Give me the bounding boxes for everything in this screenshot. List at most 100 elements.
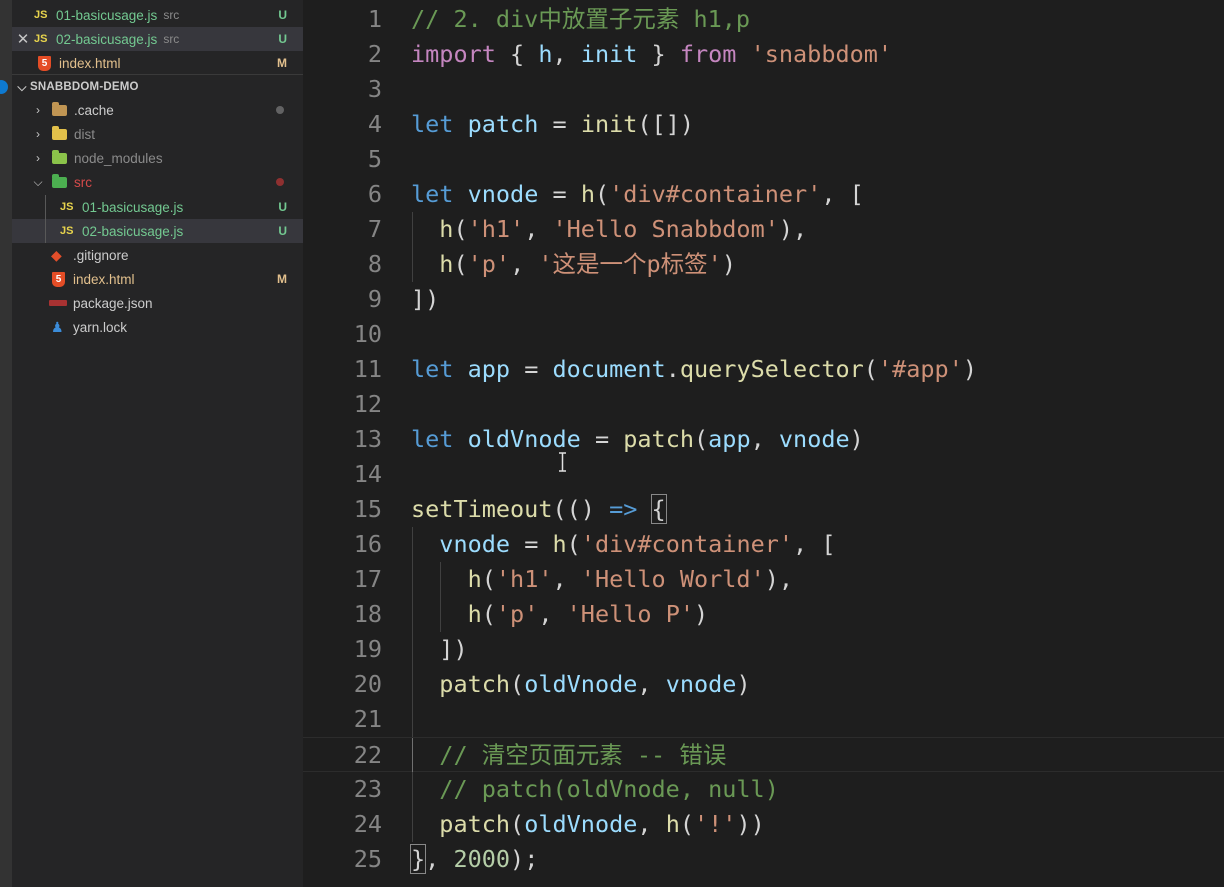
code-line[interactable]: 9]) — [303, 282, 1224, 317]
close-icon[interactable]: ✕ — [12, 30, 34, 48]
code-token: ( — [481, 600, 496, 628]
html-icon: 5 — [52, 271, 65, 287]
code-line[interactable]: 20 patch(oldVnode, vnode) — [303, 667, 1224, 702]
code-token: ) — [694, 600, 709, 628]
code-line[interactable]: 15 setTimeout(() => { — [303, 492, 1224, 527]
indent-guide — [412, 702, 413, 737]
open-editor-item-active[interactable]: ✕ JS 02-basicusage.js src U — [12, 27, 303, 51]
code-token: 'h1' — [495, 565, 553, 593]
code-line[interactable]: 19 ]) — [303, 632, 1224, 667]
line-number: 9 — [367, 285, 382, 313]
tree-item-cache[interactable]: › .cache — [12, 98, 303, 122]
code-line[interactable]: 4 let patch = init([]) — [303, 107, 1224, 142]
code-token: = — [510, 355, 553, 383]
code-line[interactable]: 25}, 2000); — [303, 842, 1224, 877]
line-number: 17 — [353, 565, 382, 593]
code-token: 'div#container' — [609, 180, 822, 208]
code-token: } — [637, 40, 680, 68]
code-line[interactable]: 7 h('h1', 'Hello Snabbdom'), — [303, 212, 1224, 247]
code-editor[interactable]: 1 // 2. div中放置子元素 h1,p 2 import { h, init }… — [303, 0, 1224, 887]
chevron-right-icon: › — [36, 127, 40, 141]
code-token: h — [665, 810, 680, 838]
code-token: , — [750, 425, 779, 453]
folder-icon — [52, 125, 67, 140]
code-token: '#app' — [877, 355, 963, 383]
code-token: ( — [453, 215, 468, 243]
code-line[interactable]: 24 patch(oldVnode, h('!')) — [303, 807, 1224, 842]
npm-icon — [49, 300, 67, 306]
code-line[interactable]: 2 import { h, init } from 'snabbdom' — [303, 37, 1224, 72]
tree-item-dist[interactable]: › dist — [12, 122, 303, 146]
text-cursor-icon — [559, 452, 566, 472]
code-token: ) — [849, 425, 864, 453]
open-editor-item[interactable]: JS 01-basicusage.js src U — [12, 3, 303, 27]
git-status-badge: M — [277, 272, 287, 286]
code-line[interactable]: 8 h('p', '这是一个p标签') — [303, 247, 1224, 282]
code-text: patch(oldVnode, h('!')) — [411, 807, 764, 842]
git-status-badge: U — [278, 32, 287, 46]
code-line[interactable]: 3 — [303, 72, 1224, 107]
code-token: h — [467, 600, 482, 628]
code-line[interactable]: 16 vnode = h('div#container', [ — [303, 527, 1224, 562]
line-number: 2 — [367, 40, 382, 68]
code-token: oldVnode — [524, 670, 638, 698]
code-token: => — [609, 495, 638, 523]
line-number: 15 — [353, 495, 382, 523]
code-token: ( — [566, 530, 581, 558]
line-number: 21 — [353, 705, 382, 733]
open-editor-item[interactable]: 5 index.html M — [12, 51, 303, 75]
git-status-badge: U — [278, 200, 287, 214]
tree-item-file[interactable]: JS 01-basicusage.js U — [12, 195, 303, 219]
code-line[interactable]: 13 let oldVnode = patch(app, vnode) — [303, 422, 1224, 457]
code-text: h('p', 'Hello P') — [411, 597, 709, 632]
code-line[interactable]: 21 — [303, 702, 1224, 737]
code-token: // 2. div中放置子元素 h1,p — [411, 5, 751, 33]
tree-item-gitignore[interactable]: ◆ .gitignore — [12, 243, 303, 267]
code-token: ( — [863, 355, 878, 383]
chevron-right-icon: › — [36, 103, 40, 117]
line-number: 20 — [353, 670, 382, 698]
code-token: h — [467, 565, 482, 593]
code-line[interactable]: 14 — [303, 457, 1224, 492]
chevron-down-icon: ⌵ — [17, 79, 27, 94]
code-line[interactable]: 6 let vnode = h('div#container', [ — [303, 177, 1224, 212]
tree-item-file-selected[interactable]: JS 02-basicusage.js U — [12, 219, 303, 243]
code-token: 'snabbdom' — [750, 40, 893, 68]
code-token: = — [538, 110, 581, 138]
code-token: querySelector — [679, 355, 864, 383]
code-line[interactable]: 12 — [303, 387, 1224, 422]
tree-item-node-modules[interactable]: › node_modules — [12, 146, 303, 170]
notification-dot[interactable] — [0, 80, 8, 94]
code-line[interactable]: 22 // 清空页面元素 -- 错误 — [303, 737, 1224, 773]
error-dot — [276, 178, 284, 186]
git-status-badge: M — [277, 56, 287, 70]
code-text: // patch(oldVnode, null) — [411, 772, 779, 807]
code-text: // 2. div中放置子元素 h1,p — [411, 2, 750, 37]
line-number: 6 — [367, 180, 382, 208]
line-number: 4 — [367, 110, 382, 138]
line-number: 11 — [353, 355, 382, 383]
code-line[interactable]: 11 let app = document.querySelector('#app… — [303, 352, 1224, 387]
git-icon: ◆ — [51, 246, 62, 263]
tree-item-package-json[interactable]: package.json — [12, 291, 303, 315]
code-line[interactable]: 17 h('h1', 'Hello World'), — [303, 562, 1224, 597]
code-token: . — [665, 355, 680, 383]
code-line[interactable]: 23 // patch(oldVnode, null) — [303, 772, 1224, 807]
code-line[interactable]: 5 — [303, 142, 1224, 177]
code-line[interactable]: 1 // 2. div中放置子元素 h1,p — [303, 2, 1224, 37]
code-line[interactable]: 10 — [303, 317, 1224, 352]
code-token: h — [439, 250, 454, 278]
project-header[interactable]: ⌵ SNABBDOM-DEMO — [12, 75, 303, 99]
tree-item-src[interactable]: ⌵ src — [12, 170, 303, 194]
tree-item-index-html[interactable]: 5 index.html M — [12, 267, 303, 291]
html-icon: 5 — [38, 55, 51, 71]
code-line[interactable]: 18 h('p', 'Hello P') — [303, 597, 1224, 632]
code-token: oldVnode — [467, 425, 581, 453]
code-text: let oldVnode = patch(app, vnode) — [411, 422, 864, 457]
code-token: = — [510, 530, 553, 558]
tree-item-yarn-lock[interactable]: ♟ yarn.lock — [12, 315, 303, 339]
